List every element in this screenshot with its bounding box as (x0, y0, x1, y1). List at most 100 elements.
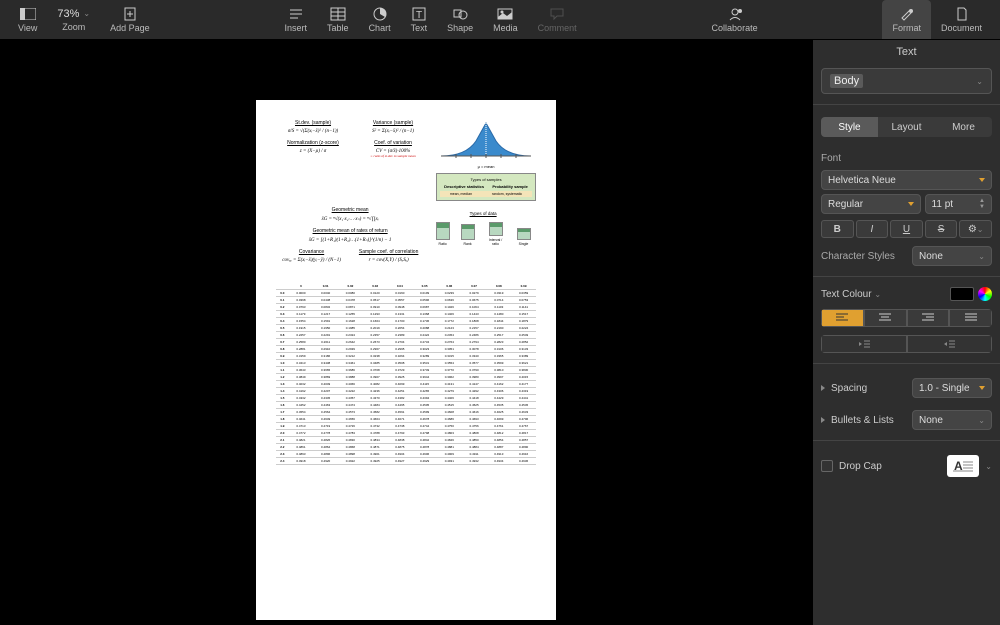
cov-formula: covₓᵧ = Σ(xᵢ−x̄)(yᵢ−ȳ) / (N−1) (276, 258, 347, 263)
media-icon (497, 7, 513, 21)
geo-formula: x̄G = ⁿ√(x₁·x₂·…·xₙ) = ⁿ√∏xᵢ (276, 216, 424, 222)
geo-title: Geometric mean (276, 207, 424, 213)
char-styles-dropdown[interactable]: None⌄ (912, 246, 992, 266)
zoom-value: 73%⌄ (57, 8, 90, 20)
bullets-label: Bullets & Lists (831, 415, 906, 426)
comment-button: Comment (528, 0, 587, 39)
dropcap-style-button[interactable]: A (947, 455, 979, 477)
tab-style[interactable]: Style (821, 117, 878, 137)
collaborate-icon (727, 7, 743, 21)
view-button[interactable]: View (8, 0, 47, 39)
triangle-right-icon (821, 385, 825, 391)
outdent-button[interactable] (821, 335, 907, 353)
shape-button[interactable]: Shape (437, 0, 483, 39)
svg-text:T: T (416, 10, 422, 21)
indent-button[interactable] (907, 335, 993, 353)
align-left-button[interactable] (821, 309, 864, 327)
paragraph-style-value: Body (830, 74, 863, 88)
bar-item: Single (517, 228, 531, 246)
comment-icon (549, 7, 565, 21)
triangle-right-icon (821, 417, 825, 423)
text-colour-label: Text Colour ⌄ (821, 289, 881, 300)
spacing-disclosure[interactable]: Spacing 1.0 - Single (821, 378, 992, 398)
dropcap-checkbox[interactable] (821, 460, 833, 472)
corr-title: Sample coef. of correlation (353, 249, 424, 255)
add-page-icon (122, 7, 138, 21)
format-icon (899, 7, 915, 21)
add-page-button[interactable]: Add Page (100, 0, 160, 39)
geo-ror-formula: x̄G = [(1+R₁)(1+R₂)…(1+Rₙ)]^(1/n) − 1 (276, 237, 424, 243)
sidebar-icon (20, 7, 36, 21)
format-button[interactable]: Format (882, 0, 931, 39)
chevron-down-icon: ⌄ (83, 9, 90, 18)
align-right-button[interactable] (907, 309, 950, 327)
variance-title: Variance (sample) (356, 120, 430, 126)
paragraph-style-dropdown[interactable]: Body ⌄ (821, 68, 992, 94)
page[interactable]: St.dev. (sample) σ/S = √(Σ(xᵢ−x̄)² / (n−1… (256, 100, 556, 620)
bell-caption: μ = mean (478, 164, 495, 169)
sample-types-box: Types of samples Descriptive statisticsP… (436, 173, 536, 201)
norm-title: Normalization (z-score) (276, 140, 350, 146)
geo-ror-title: Geometric mean of rates of return (276, 228, 424, 234)
stdev-title: St.dev. (sample) (276, 120, 350, 126)
document-button[interactable]: Document (931, 0, 992, 39)
chart-icon (372, 7, 388, 21)
chevron-down-icon: ⌄ (976, 77, 983, 86)
underline-button[interactable]: U (890, 220, 923, 238)
bar-item: Rank (461, 224, 475, 246)
bars-title: Types of data (430, 211, 536, 216)
corr-formula: r = cov(X,Y) / (SₓSᵧ) (353, 258, 424, 263)
font-size-stepper[interactable]: 11 pt▲▼ (925, 194, 992, 214)
variance-formula: S² = Σ(xᵢ−x̄)² / (n−1) (356, 129, 430, 134)
font-section-label: Font (821, 153, 992, 164)
strike-button[interactable]: S (925, 220, 958, 238)
document-icon (954, 7, 970, 21)
font-family-dropdown[interactable]: Helvetica Neue (821, 170, 992, 190)
spacing-label: Spacing (831, 383, 906, 394)
font-weight-dropdown[interactable]: Regular (821, 194, 921, 214)
document-canvas[interactable]: St.dev. (sample) σ/S = √(Σ(xᵢ−x̄)² / (n−1… (0, 40, 812, 625)
stdev-formula: σ/S = √(Σ(xᵢ−x̄)² / (n−1)) (276, 129, 350, 134)
horizontal-align (821, 309, 992, 327)
text-colour-swatch[interactable] (950, 287, 974, 301)
shape-icon (452, 7, 468, 21)
cov-title: Covariance (276, 249, 347, 255)
caret-icon (908, 202, 914, 206)
spacing-dropdown[interactable]: 1.0 - Single (912, 378, 992, 398)
text-effects-button[interactable]: ⚙︎⌄ (959, 220, 992, 238)
gear-icon: ⚙︎ (968, 224, 977, 235)
tab-layout[interactable]: Layout (878, 117, 935, 137)
collaborate-button[interactable]: Collaborate (702, 0, 768, 39)
indent-row (821, 335, 992, 353)
norm-formula: z = (X−μ) / σ (276, 149, 350, 154)
text-button[interactable]: T Text (401, 0, 438, 39)
media-button[interactable]: Media (483, 0, 528, 39)
zoom-button[interactable]: 73%⌄ Zoom (47, 0, 100, 39)
align-center-button[interactable] (864, 309, 907, 327)
insert-icon (288, 7, 304, 21)
insert-button[interactable]: Insert (275, 0, 318, 39)
caret-icon (979, 386, 985, 390)
add-page-label: Add Page (110, 23, 150, 33)
tab-more[interactable]: More (935, 117, 992, 137)
caret-icon (979, 178, 985, 182)
bar-item: Interval / ratio (486, 222, 506, 246)
text-tabs: Style Layout More (821, 117, 992, 137)
chart-button[interactable]: Chart (359, 0, 401, 39)
sidebar-title: Text (813, 40, 1000, 64)
table-button[interactable]: Table (317, 0, 359, 39)
colour-wheel-button[interactable] (978, 287, 992, 301)
z-table: 00.010.020.030.040.050.060.070.080.090.0… (276, 283, 536, 465)
align-justify-button[interactable] (949, 309, 992, 327)
bell-curve: μ = mean (436, 120, 536, 169)
bold-button[interactable]: B (821, 220, 854, 238)
format-sidebar: Text Body ⌄ Style Layout More Font Helve… (812, 40, 1000, 625)
bullets-dropdown[interactable]: None⌄ (912, 410, 992, 430)
bullets-disclosure[interactable]: Bullets & Lists None⌄ (821, 410, 992, 430)
text-style-buttons: B I U S ⚙︎⌄ (821, 220, 992, 238)
zoom-label: Zoom (62, 22, 85, 32)
italic-button[interactable]: I (856, 220, 889, 238)
cv-note: = ratio of st.dev to sample mean (356, 154, 430, 158)
bar-item: Ratio (436, 222, 450, 246)
char-styles-label: Character Styles (821, 251, 895, 262)
